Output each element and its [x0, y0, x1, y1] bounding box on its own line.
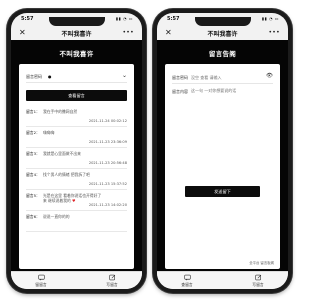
tab-label: 写留言 — [252, 282, 264, 287]
screenshot-stage: 5:57 ▮▮ ◔ ▭ ✕ 不叫我喜许 ••• 不叫我喜许 留言密码 ● ⌄ 查… — [0, 0, 300, 300]
message-icon — [37, 274, 45, 281]
phone-notch — [194, 17, 251, 26]
list-item: 留言5： 光是在这里 看着你说话也开得好了 来 继续说着我的 ♥ 2021-11… — [26, 190, 127, 211]
message-card: 留言密码 ● ⌄ 查看留言 留言1： 我在手中的撒网自然 2021-11-24 … — [19, 64, 134, 269]
edit-icon — [254, 274, 261, 281]
chevron-down-icon[interactable]: ⌄ — [122, 72, 127, 79]
list-item: 留言1： 我在手中的撒网自然 2021-11-24 00:02:12 — [26, 106, 127, 127]
eye-icon[interactable]: 👁 — [266, 73, 273, 79]
heart-icon: ♥ — [72, 198, 76, 203]
message-text: 说说一直你的的 — [43, 214, 70, 219]
nav-bar: ✕ 不叫我喜许 ••• — [11, 26, 142, 40]
message-time: 2021-11-23 20:56:48 — [88, 161, 127, 165]
message-number: 留言3： — [26, 151, 40, 156]
nav-bar: ✕ 不叫我喜许 ••• — [157, 26, 288, 40]
message-content-input[interactable] — [191, 88, 273, 128]
message-text: 我就是心里面做不出来 — [43, 151, 81, 156]
send-message-button[interactable]: 发送留下 — [185, 186, 260, 197]
message-number: 留言1： — [26, 109, 40, 114]
list-item: 留言4： 找个男人的情绪 把我拆了吧 2021-11-23 15:37:52 — [26, 169, 127, 190]
message-number: 留言5： — [26, 193, 40, 198]
tab-label: 留留言 — [35, 282, 47, 287]
content-area: 不叫我喜许 留言密码 ● ⌄ 查看留言 留言1： 我在手中的撒网自然 2021-… — [11, 40, 142, 271]
message-list: 留言1： 我在手中的撒网自然 2021-11-24 00:02:12 留言2： … — [26, 106, 127, 232]
password-select-label: 留言密码 — [26, 74, 42, 79]
phone-write-message: 5:57 ▮▮ ◔ ▭ ✕ 不叫我喜许 ••• 留言告阁 留言密码 👁 留言内容 — [153, 9, 292, 293]
list-item: 留言2： 嗨嗨嗨 2021-11-23 23:36:09 — [26, 127, 127, 148]
status-time: 5:57 — [167, 16, 180, 22]
message-number: 留言2： — [26, 130, 40, 135]
more-icon[interactable]: ••• — [122, 27, 134, 39]
password-input[interactable] — [191, 74, 263, 81]
list-item: 留言6： 说说一直你的的 — [26, 211, 127, 232]
password-select[interactable]: 留言密码 ● ⌄ — [26, 72, 127, 83]
tab-view-messages[interactable]: 留留言 — [21, 274, 61, 288]
message-icon — [183, 274, 191, 281]
content-field-row: 留言内容 — [172, 88, 273, 148]
message-text: 嗨嗨嗨 — [43, 130, 55, 135]
message-text-continued: 来 继续说着我的 — [43, 198, 71, 203]
view-messages-button[interactable]: 查看留言 — [26, 90, 127, 101]
status-icons: ▮▮ ◔ ▭ — [115, 16, 133, 21]
phone-screen: 5:57 ▮▮ ◔ ▭ ✕ 不叫我喜许 ••• 不叫我喜许 留言密码 ● ⌄ 查… — [11, 13, 142, 289]
tab-write-message[interactable]: 写留言 — [92, 274, 132, 288]
tab-bar: 留留言 写留言 — [11, 271, 142, 289]
tab-write-message[interactable]: 写留言 — [238, 274, 278, 288]
tab-bar: 查留言 写留言 — [157, 271, 288, 289]
password-field-row: 留言密码 👁 — [172, 73, 273, 84]
more-icon[interactable]: ••• — [268, 27, 280, 39]
message-time: 2021-11-24 00:02:12 — [88, 119, 127, 123]
message-number: 留言6： — [26, 214, 40, 219]
tab-label: 查留言 — [181, 282, 193, 287]
message-text: 我在手中的撒网自然 — [43, 109, 78, 114]
content-area: 留言告阁 留言密码 👁 留言内容 发送留下 全平台 留言板阁 — [157, 40, 288, 271]
message-text: 找个男人的情绪 把我拆了吧 — [43, 172, 90, 177]
password-field-label: 留言密码 — [172, 75, 188, 80]
status-icons: ▮▮ ◔ ▭ — [261, 16, 279, 21]
tab-view-messages[interactable]: 查留言 — [167, 274, 207, 288]
content-field-label: 留言内容 — [172, 89, 188, 94]
compose-card: 留言密码 👁 留言内容 发送留下 全平台 留言板阁 — [165, 64, 280, 269]
footnote: 全平台 留言板阁 — [249, 261, 274, 265]
page-title: 不叫我喜许 — [59, 50, 94, 58]
message-number: 留言4： — [26, 172, 40, 177]
message-time: 2021-11-23 23:36:09 — [88, 140, 127, 144]
tab-label: 写留言 — [106, 282, 118, 287]
phone-notch — [48, 17, 105, 26]
list-item: 留言3： 我就是心里面做不出来 2021-11-23 20:56:48 — [26, 148, 127, 169]
status-time: 5:57 — [21, 16, 34, 22]
password-select-value: ● — [48, 74, 52, 79]
page-title: 留言告阁 — [208, 50, 237, 58]
phone-view-messages: 5:57 ▮▮ ◔ ▭ ✕ 不叫我喜许 ••• 不叫我喜许 留言密码 ● ⌄ 查… — [7, 9, 146, 293]
phone-screen: 5:57 ▮▮ ◔ ▭ ✕ 不叫我喜许 ••• 留言告阁 留言密码 👁 留言内容 — [157, 13, 288, 289]
edit-icon — [108, 274, 115, 281]
message-time: 2021-11-23 15:37:52 — [88, 182, 127, 186]
message-time: 2021-11-23 14:02:20 — [88, 203, 127, 207]
